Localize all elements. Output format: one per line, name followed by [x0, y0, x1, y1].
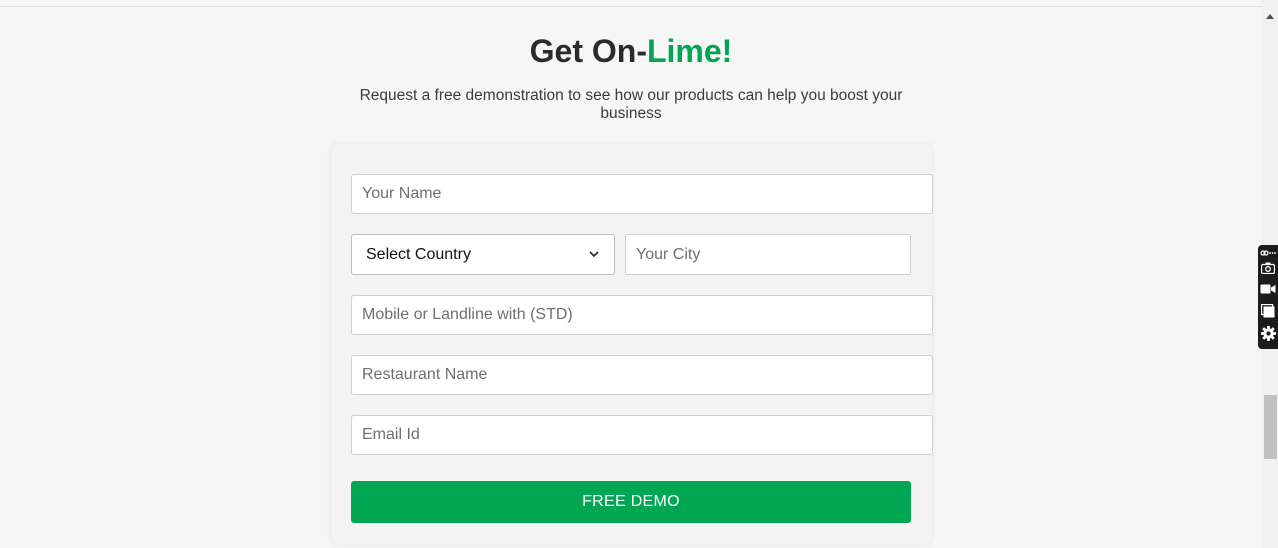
top-divider [0, 6, 1262, 7]
phone-input[interactable] [351, 295, 933, 335]
restaurant-name-input[interactable] [351, 355, 933, 395]
window-icon[interactable] [1260, 303, 1276, 319]
page-title: Get On-Lime! [0, 31, 1262, 71]
scrollbar-thumb[interactable] [1264, 395, 1277, 459]
page-subtitle: Request a free demonstration to see how … [359, 87, 903, 122]
page: Get On-Lime! Request a free demonstratio… [0, 0, 1278, 548]
link-icon[interactable] [1260, 248, 1276, 258]
country-select[interactable]: Select Country [351, 234, 615, 275]
name-input[interactable] [351, 174, 933, 214]
email-input[interactable] [351, 415, 933, 455]
title-accent-text: Lime! [646, 33, 733, 69]
scroll-up-arrow-icon[interactable] [1262, 10, 1278, 22]
video-camera-icon[interactable] [1260, 282, 1276, 296]
free-demo-button[interactable]: FREE DEMO [351, 481, 911, 523]
title-text: Get On- [529, 33, 647, 69]
camera-icon[interactable] [1260, 261, 1276, 275]
country-select-value: Select Country [366, 245, 471, 263]
extension-toolbar [1258, 245, 1278, 349]
gear-icon[interactable] [1260, 325, 1276, 341]
chevron-down-icon [588, 249, 600, 261]
city-input[interactable] [625, 234, 911, 275]
